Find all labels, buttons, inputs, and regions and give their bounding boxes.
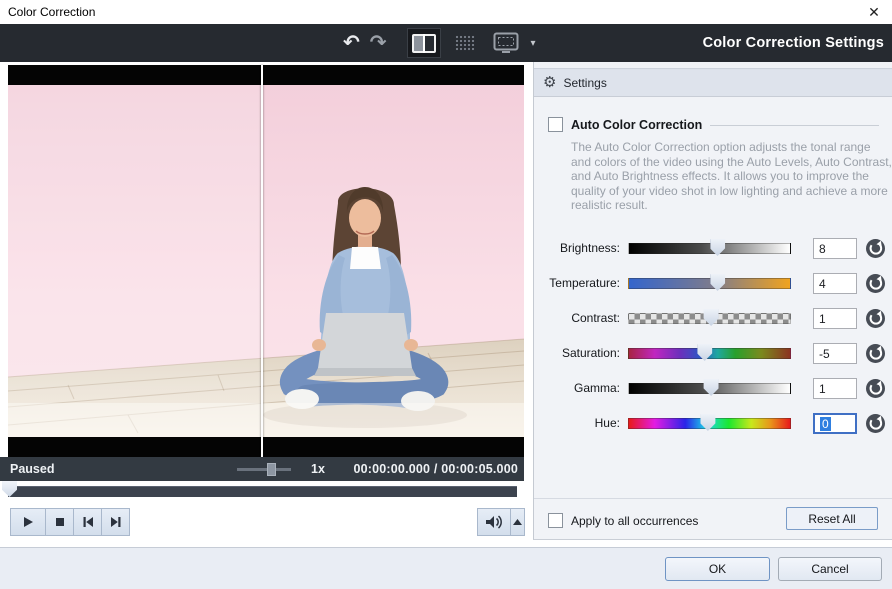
reset-icon <box>865 308 886 329</box>
toolbar-icons: ↶ ↷ ▾ <box>343 24 536 62</box>
gamma-slider[interactable] <box>628 383 791 394</box>
hue-slider[interactable] <box>628 418 791 429</box>
settings-panel: ⚙ Settings Auto Color Correction The Aut… <box>533 62 892 540</box>
apply-all-checkbox[interactable] <box>548 513 563 528</box>
temperature-reset-button[interactable] <box>865 273 886 294</box>
divider <box>534 498 892 499</box>
brightness-reset-button[interactable] <box>865 238 886 259</box>
reset-icon <box>865 273 886 294</box>
auto-color-correction-description: The Auto Color Correction option adjusts… <box>571 140 892 213</box>
stop-button[interactable] <box>45 508 74 536</box>
reset-icon <box>865 413 886 434</box>
hue-reset-button[interactable] <box>865 413 886 434</box>
monitor-dropdown-caret-icon[interactable]: ▾ <box>531 38 536 49</box>
speed-slider[interactable] <box>237 468 291 471</box>
settings-header: ⚙ Settings <box>534 68 892 97</box>
temperature-slider-thumb[interactable] <box>710 274 725 291</box>
split-view-button[interactable] <box>407 28 441 58</box>
slider-row-temperature: Temperature: 4 <box>534 267 892 302</box>
gamma-label: Gamma: <box>534 381 620 395</box>
reset-icon <box>865 343 886 364</box>
grid-overlay-icon[interactable] <box>455 35 475 51</box>
auto-color-correction-row: Auto Color Correction <box>548 117 879 132</box>
gamma-input[interactable]: 1 <box>813 378 857 399</box>
letterbox-top <box>8 65 524 85</box>
contrast-reset-button[interactable] <box>865 308 886 329</box>
settings-header-label: Settings <box>563 76 606 90</box>
saturation-slider[interactable] <box>628 348 791 359</box>
brightness-slider-thumb[interactable] <box>710 239 725 256</box>
ok-button[interactable]: OK <box>665 557 770 581</box>
play-button[interactable] <box>10 508 46 536</box>
caret-up-icon <box>513 519 522 525</box>
playback-status: Paused <box>10 462 54 476</box>
temperature-input[interactable]: 4 <box>813 273 857 294</box>
previous-frame-icon <box>81 516 95 528</box>
volume-button[interactable] <box>477 508 511 536</box>
contrast-label: Contrast: <box>534 311 620 325</box>
temperature-slider[interactable] <box>628 278 791 289</box>
volume-dropdown-button[interactable] <box>510 508 525 536</box>
hue-slider-thumb[interactable] <box>700 414 715 431</box>
gamma-slider-thumb[interactable] <box>704 379 719 396</box>
compare-split-divider[interactable] <box>261 65 263 457</box>
hue-label: Hue: <box>534 416 620 430</box>
playback-bar: Paused 1x 00:00:00.000 / 00:00:05.000 <box>0 457 524 481</box>
reset-icon <box>865 378 886 399</box>
video-preview <box>8 65 524 457</box>
window-title: Color Correction <box>8 5 95 19</box>
gear-icon: ⚙ <box>543 75 556 90</box>
video-frame <box>8 85 524 437</box>
toolbar: ↶ ↷ ▾ Color Correction Settings <box>0 24 892 62</box>
previous-frame-button[interactable] <box>73 508 102 536</box>
transport-controls <box>0 506 524 538</box>
reset-all-button[interactable]: Reset All <box>786 507 878 530</box>
next-frame-icon <box>109 516 123 528</box>
temperature-label: Temperature: <box>534 276 620 290</box>
slider-row-saturation: Saturation: -5 <box>534 337 892 372</box>
play-icon <box>21 515 35 529</box>
seek-area <box>0 481 524 501</box>
next-frame-button[interactable] <box>101 508 130 536</box>
brightness-input[interactable]: 8 <box>813 238 857 259</box>
timecode: 00:00:00.000 / 00:00:05.000 <box>353 462 518 476</box>
speed-label: 1x <box>311 462 325 476</box>
letterbox-bottom <box>8 437 524 457</box>
apply-all-label: Apply to all occurrences <box>571 514 698 528</box>
contrast-input[interactable]: 1 <box>813 308 857 329</box>
reset-icon <box>865 238 886 259</box>
undo-icon[interactable]: ↶ <box>343 33 360 53</box>
panel-title: Color Correction Settings <box>703 24 884 62</box>
stop-icon <box>54 516 66 528</box>
dialog-footer: OK Cancel <box>0 547 892 589</box>
divider <box>710 125 879 126</box>
split-view-icon <box>412 34 436 53</box>
auto-color-correction-label: Auto Color Correction <box>571 118 702 132</box>
gamma-reset-button[interactable] <box>865 378 886 399</box>
slider-row-hue: Hue: 0 <box>534 407 892 442</box>
contrast-slider-thumb[interactable] <box>704 309 719 326</box>
slider-row-contrast: Contrast: 1 <box>534 302 892 337</box>
title-bar: Color Correction ✕ <box>0 0 892 24</box>
brightness-slider[interactable] <box>628 243 791 254</box>
saturation-label: Saturation: <box>534 346 620 360</box>
speed-slider-thumb[interactable] <box>267 463 276 476</box>
close-icon[interactable]: ✕ <box>864 2 884 22</box>
brightness-label: Brightness: <box>534 241 620 255</box>
redo-icon[interactable]: ↷ <box>370 33 387 53</box>
slider-row-brightness: Brightness: 8 <box>534 232 892 267</box>
contrast-slider[interactable] <box>628 313 791 324</box>
hue-input[interactable]: 0 <box>813 413 857 434</box>
seek-bar[interactable] <box>8 486 517 497</box>
saturation-input[interactable]: -5 <box>813 343 857 364</box>
cancel-button[interactable]: Cancel <box>778 557 882 581</box>
saturation-reset-button[interactable] <box>865 343 886 364</box>
apply-all-row: Apply to all occurrences <box>548 513 698 528</box>
auto-color-correction-checkbox[interactable] <box>548 117 563 132</box>
saturation-slider-thumb[interactable] <box>697 344 712 361</box>
sliders-group: Brightness: 8 Temperature: 4 Contrast: <box>534 232 892 442</box>
slider-row-gamma: Gamma: 1 <box>534 372 892 407</box>
volume-icon <box>484 514 504 530</box>
monitor-icon[interactable] <box>493 32 519 54</box>
